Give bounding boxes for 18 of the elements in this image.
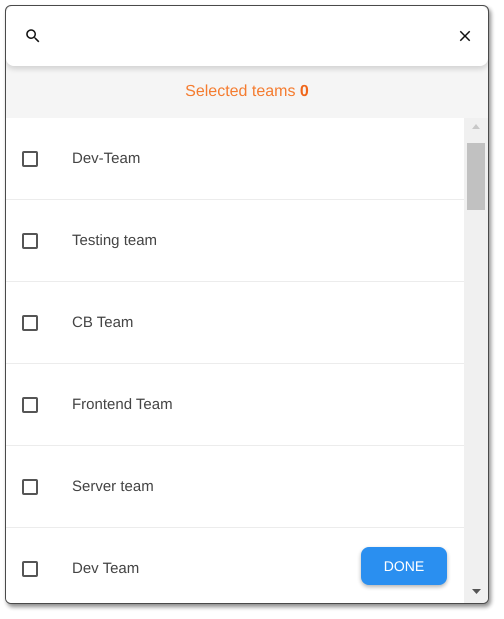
team-name[interactable]: Dev Team	[72, 560, 140, 577]
checkbox[interactable]	[22, 232, 38, 248]
selected-count: Selected teams 0	[185, 83, 309, 101]
checkbox[interactable]	[22, 396, 38, 412]
checkbox[interactable]	[22, 150, 38, 166]
checkbox[interactable]	[22, 314, 38, 330]
scroll-thumb[interactable]	[467, 143, 485, 210]
checkbox[interactable]	[22, 560, 38, 576]
scroll-down-icon[interactable]	[472, 589, 480, 594]
team-name[interactable]: Dev-Team	[72, 150, 140, 167]
team-name[interactable]: Testing team	[72, 232, 158, 249]
team-name[interactable]: CB Team	[72, 314, 134, 331]
search-field[interactable]	[6, 6, 488, 66]
scrollbar[interactable]	[464, 118, 488, 603]
checkbox[interactable]	[22, 478, 38, 494]
team-name[interactable]: Server team	[72, 478, 154, 495]
search-icon	[24, 27, 42, 45]
team-name[interactable]: Frontend Team	[72, 396, 173, 413]
